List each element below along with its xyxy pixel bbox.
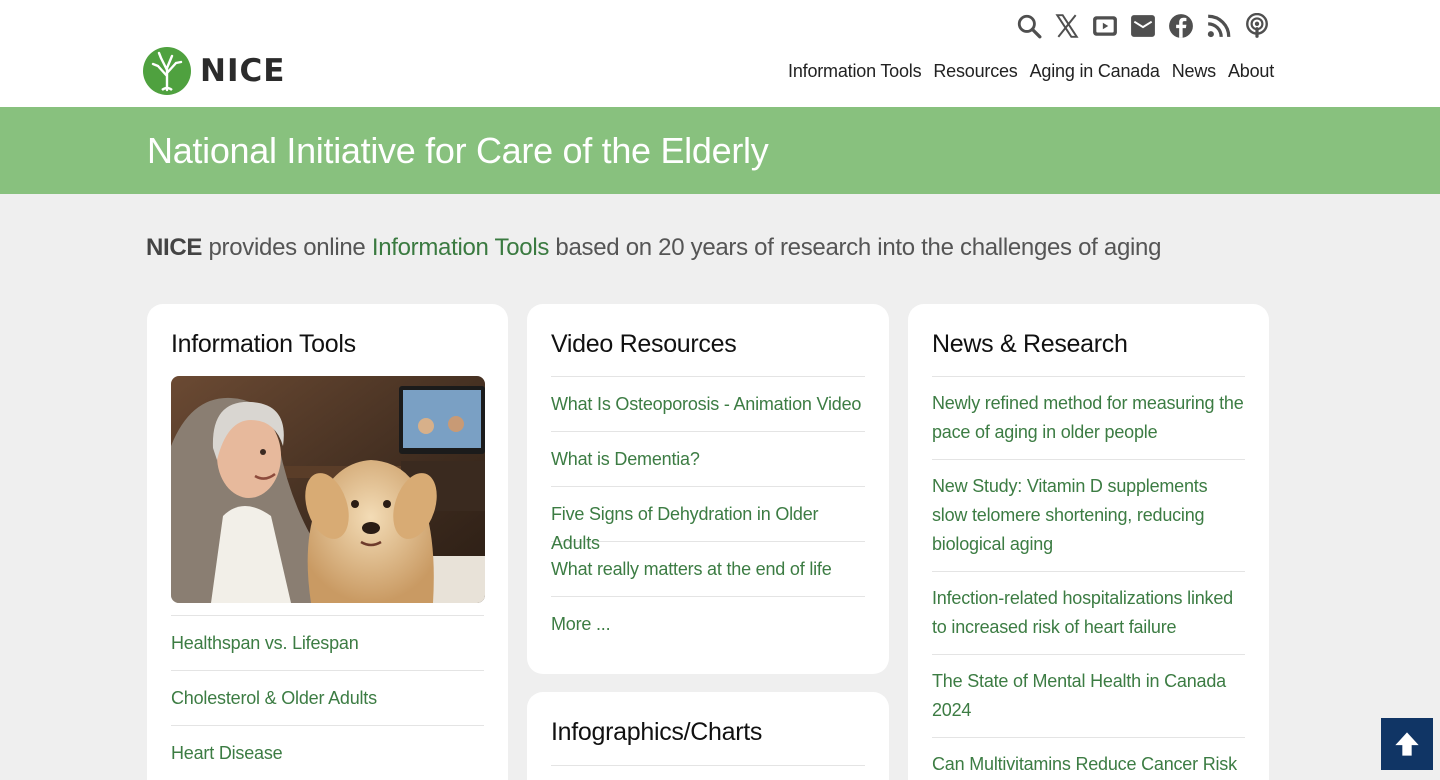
list-item[interactable]: New Study: Vitamin D supplements slow te… — [932, 459, 1245, 571]
divider — [551, 765, 865, 766]
information-tools-card: Information Tools Healthspan vs. Lifespa… — [147, 304, 508, 780]
rss-icon[interactable] — [1206, 12, 1232, 40]
list-item[interactable]: Can Multivitamins Reduce Cancer Risk — [932, 737, 1245, 780]
nav-news[interactable]: News — [1172, 61, 1216, 82]
list-item[interactable]: Newly refined method for measuring the p… — [932, 376, 1245, 459]
facebook-icon[interactable] — [1168, 12, 1194, 40]
card-title: Information Tools — [171, 330, 356, 358]
main-nav: Information Tools Resources Aging in Can… — [788, 61, 1274, 82]
list-item[interactable]: The State of Mental Health in Canada 202… — [932, 654, 1245, 737]
news-research-card: News & Research Newly refined method for… — [908, 304, 1269, 780]
list-item[interactable]: Cholesterol & Older Adults — [171, 670, 484, 725]
arrow-up-icon — [1395, 732, 1419, 756]
intro-text: NICE provides online Information Tools b… — [146, 234, 1161, 262]
nav-information-tools[interactable]: Information Tools — [788, 61, 922, 82]
back-to-top-button[interactable] — [1381, 718, 1433, 770]
logo-text: NICE — [200, 53, 286, 89]
card-title: Infographics/Charts — [551, 718, 763, 746]
nav-about[interactable]: About — [1228, 61, 1274, 82]
list-item[interactable]: Heart Disease — [171, 725, 484, 780]
intro-text-1: provides online — [202, 234, 372, 261]
card-title: News & Research — [932, 330, 1128, 358]
x-twitter-icon[interactable] — [1054, 12, 1080, 40]
list-item[interactable]: Infection-related hospitalizations linke… — [932, 571, 1245, 654]
site-logo[interactable]: NICE — [142, 46, 285, 96]
list-item[interactable]: Healthspan vs. Lifespan — [171, 615, 484, 670]
social-icons — [1016, 12, 1270, 40]
photo-illustration — [171, 376, 485, 603]
video-resources-list: What Is Osteoporosis - Animation Video W… — [551, 376, 865, 651]
list-item[interactable]: What Is Osteoporosis - Animation Video — [551, 376, 865, 431]
youtube-icon[interactable] — [1092, 12, 1118, 40]
podcast-icon[interactable] — [1244, 12, 1270, 40]
intro-brand: NICE — [146, 234, 203, 261]
list-item[interactable]: Five Signs of Dehydration in Older Adult… — [551, 486, 865, 553]
intro-text-2: based on 20 years of research into the c… — [549, 234, 1162, 261]
video-resources-card: Video Resources What Is Osteoporosis - A… — [527, 304, 889, 674]
nav-resources[interactable]: Resources — [933, 61, 1017, 82]
list-item[interactable]: What is Dementia? — [551, 431, 865, 486]
card-title: Video Resources — [551, 330, 737, 358]
nav-aging-in-canada[interactable]: Aging in Canada — [1030, 61, 1160, 82]
intro-information-tools-link[interactable]: Information Tools — [372, 234, 550, 261]
infographics-card: Infographics/Charts — [527, 692, 889, 780]
information-tools-list: Healthspan vs. Lifespan Cholesterol & Ol… — [171, 615, 484, 780]
email-icon[interactable] — [1130, 12, 1156, 40]
more-link[interactable]: More ... — [551, 596, 865, 651]
page-title: National Initiative for Care of the Elde… — [147, 130, 769, 171]
site-header: NICE Information Tools Resources Aging i… — [0, 0, 1440, 107]
title-banner: National Initiative for Care of the Elde… — [0, 107, 1440, 194]
elderly-woman-with-dog-photo[interactable] — [171, 376, 485, 603]
search-icon[interactable] — [1016, 12, 1042, 40]
tree-logo-icon — [143, 47, 191, 95]
news-research-list: Newly refined method for measuring the p… — [932, 376, 1245, 780]
